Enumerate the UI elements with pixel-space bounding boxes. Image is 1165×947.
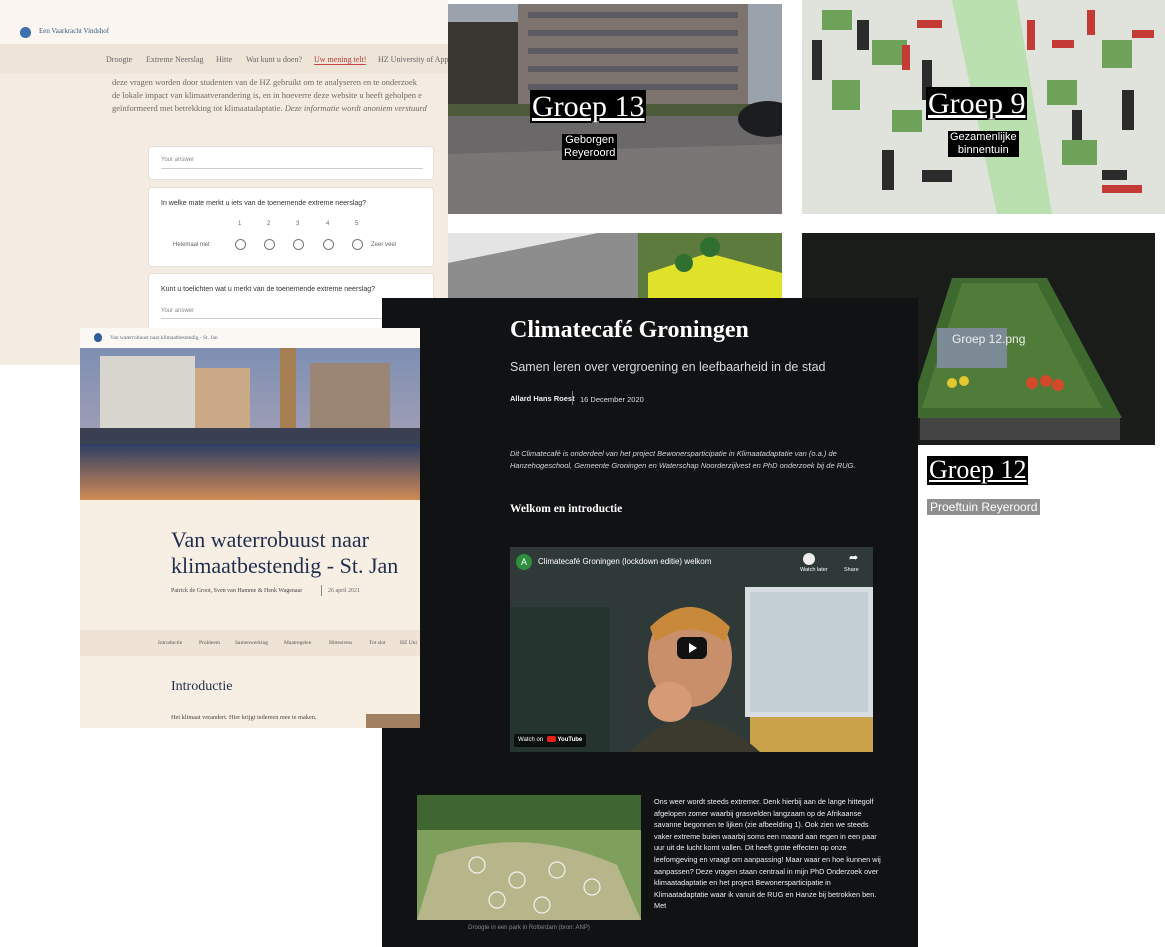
question-text: In welke mate merkt u iets van de toenem… bbox=[161, 200, 367, 207]
watch-later-label[interactable]: Watch later bbox=[800, 567, 828, 573]
groep-subtitle-line: Reyeroord bbox=[564, 147, 616, 159]
intro-note: Deze informatie wordt anoniem verstuurd bbox=[284, 103, 427, 113]
watch-on-label: Watch on bbox=[518, 737, 544, 743]
page-title: Van waterrobuust naar klimaatbestendig -… bbox=[171, 527, 399, 578]
section-nav: Introductie Probleem Samenwerking Maatre… bbox=[80, 630, 420, 656]
blog-author: Allard Hans Roest bbox=[510, 394, 575, 403]
inline-image bbox=[366, 714, 420, 728]
groep-subtitle-line: Geborgen bbox=[565, 134, 615, 146]
photo-caption: Droogte in een park in Rotterdam (bron: … bbox=[468, 925, 590, 931]
radio-option-2[interactable] bbox=[264, 239, 275, 250]
scale-number: 5 bbox=[355, 221, 359, 227]
survey-header bbox=[0, 0, 448, 44]
publish-date: 26 april 2021 bbox=[328, 588, 360, 594]
3d-render-image bbox=[448, 233, 782, 303]
blog-body-text: Ons weer wordt steeds extremer. Denk hie… bbox=[654, 797, 881, 911]
nav-item-hitte[interactable]: Hitte bbox=[216, 55, 232, 64]
scale-max-label: Zeer veel bbox=[371, 242, 397, 248]
site-brand: Een Vaarkracht Vindshof bbox=[39, 27, 110, 35]
play-icon bbox=[689, 643, 697, 653]
share-label[interactable]: Share bbox=[844, 567, 859, 573]
groep-12-caption: Groep 12 Proeftuin Reyeroord bbox=[915, 445, 1155, 529]
youtube-label: YouTube bbox=[557, 737, 583, 743]
blog-lead: Dit Climatecafé is onderdeel van het pro… bbox=[510, 449, 856, 470]
groep-title: Groep 13 bbox=[530, 90, 647, 123]
divider bbox=[572, 391, 573, 405]
answer-card-1: Your answer bbox=[148, 146, 434, 180]
nav-item-introductie[interactable]: Introductie bbox=[158, 640, 182, 646]
groep-13-tile[interactable]: Groep 13 Geborgen Reyeroord bbox=[448, 4, 782, 214]
radio-option-4[interactable] bbox=[323, 239, 334, 250]
question-text: Kunt u toelichten wat u merkt van de toe… bbox=[161, 286, 376, 293]
radio-option-5[interactable] bbox=[352, 239, 363, 250]
survey-intro: deze vragen worden door studenten van de… bbox=[112, 76, 448, 115]
nav-item-hz[interactable]: HZ Uni bbox=[400, 640, 417, 646]
blog-date: 16 December 2020 bbox=[580, 395, 644, 404]
park-drought-image bbox=[417, 795, 641, 920]
nav-item-tot-slot[interactable]: Tot slot bbox=[369, 640, 386, 646]
groep-subtitle: Proeftuin Reyeroord bbox=[927, 499, 1041, 515]
nav-item-hittestress[interactable]: Hittestress bbox=[329, 640, 352, 646]
youtube-logo-icon bbox=[546, 736, 556, 743]
radio-option-3[interactable] bbox=[293, 239, 304, 250]
youtube-video-player[interactable]: A Climatecafé Groningen (lockdown editie… bbox=[510, 547, 873, 752]
scale-min-label: Helemaal niet bbox=[173, 242, 210, 248]
park-photo bbox=[417, 795, 641, 920]
groep-9-tile[interactable]: Groep 9 Gezamenlijke binnentuin bbox=[802, 0, 1165, 214]
survey-nav: Droogte Extreme Neerslag Hitte Wat kunt … bbox=[0, 44, 448, 74]
nav-item-hz[interactable]: HZ University of App bbox=[378, 55, 448, 64]
video-title[interactable]: Climatecafé Groningen (lockdown editie) … bbox=[538, 557, 711, 566]
authors: Patrick de Groot, Sven van Hamme & Henk … bbox=[171, 588, 303, 594]
radio-option-1[interactable] bbox=[235, 239, 246, 250]
nav-item-extreme-neerslag[interactable]: Extreme Neerslag bbox=[146, 55, 204, 64]
scale-number: 3 bbox=[296, 221, 300, 227]
nav-item-maatregelen[interactable]: Maatregelen bbox=[284, 640, 311, 646]
breadcrumb[interactable]: Van waterrobuust naar klimaatbestendig -… bbox=[110, 335, 218, 341]
section-heading: Welkom en introductie bbox=[510, 503, 623, 515]
question-card-1: In welke mate merkt u iets van de toenem… bbox=[148, 187, 434, 267]
answer-input[interactable]: Your answer bbox=[161, 308, 194, 314]
intro-line: geïnformeerd met betrekking tot klimaata… bbox=[112, 102, 448, 115]
section-heading: Introductie bbox=[171, 679, 233, 694]
st-jan-page-screenshot: Van waterrobuust naar klimaatbestendig -… bbox=[80, 328, 420, 728]
divider bbox=[321, 585, 322, 596]
blog-title: Climatecafé Groningen bbox=[510, 317, 749, 343]
blog-subtitle: Samen leren over vergroening en leefbaar… bbox=[510, 360, 826, 374]
shield-logo-icon bbox=[94, 333, 102, 342]
scale-number: 1 bbox=[238, 221, 242, 227]
hero-image bbox=[80, 348, 420, 500]
groep-title: Groep 9 bbox=[926, 87, 1028, 120]
nav-item-probleem[interactable]: Probleem bbox=[199, 640, 220, 646]
scale-number: 4 bbox=[326, 221, 330, 227]
nav-item-droogte[interactable]: Droogte bbox=[106, 55, 132, 64]
groep-subtitle-line: Gezamenlijke bbox=[950, 131, 1017, 143]
survey-page-screenshot: Een Vaarkracht Vindshof Droogte Extreme … bbox=[0, 0, 448, 365]
intro-line: deze vragen worden door studenten van de… bbox=[112, 77, 417, 87]
watch-on-youtube[interactable]: Watch on YouTube bbox=[514, 734, 587, 747]
groep-render-tile[interactable] bbox=[448, 233, 782, 303]
nav-item-wat-kunt-u-doen[interactable]: Wat kunt u doen? bbox=[246, 55, 302, 64]
intro-line: de lokale impact van klimaatverandering … bbox=[112, 90, 422, 100]
city-canal-photo bbox=[80, 348, 420, 500]
shield-logo-icon bbox=[20, 27, 31, 38]
scale-number: 2 bbox=[267, 221, 271, 227]
paragraph: Het klimaat verandert. Hier krijgt ieder… bbox=[171, 714, 317, 721]
groep-subtitle: Gezamenlijke binnentuin bbox=[948, 131, 1019, 157]
nav-item-uw-mening-telt[interactable]: Uw mening telt! bbox=[314, 55, 367, 65]
groep-subtitle: Geborgen Reyeroord bbox=[562, 134, 618, 160]
answer-input[interactable]: Your answer bbox=[161, 157, 194, 163]
input-underline bbox=[161, 168, 423, 169]
groep-title: Groep 12 bbox=[927, 455, 1029, 485]
nav-item-samenwerking[interactable]: Samenwerking bbox=[235, 640, 268, 646]
channel-avatar[interactable]: A bbox=[516, 554, 532, 570]
image-label: Groep 12.png bbox=[952, 332, 1026, 346]
groep-subtitle-line: binnentuin bbox=[957, 144, 1009, 156]
clock-icon[interactable] bbox=[803, 553, 815, 565]
climatecafe-blog-screenshot: Climatecafé Groningen Samen leren over v… bbox=[382, 298, 918, 947]
intro-text: geïnformeerd met betrekking tot klimaata… bbox=[112, 103, 283, 113]
play-button[interactable] bbox=[677, 637, 707, 659]
share-icon[interactable]: ➦ bbox=[849, 551, 858, 564]
